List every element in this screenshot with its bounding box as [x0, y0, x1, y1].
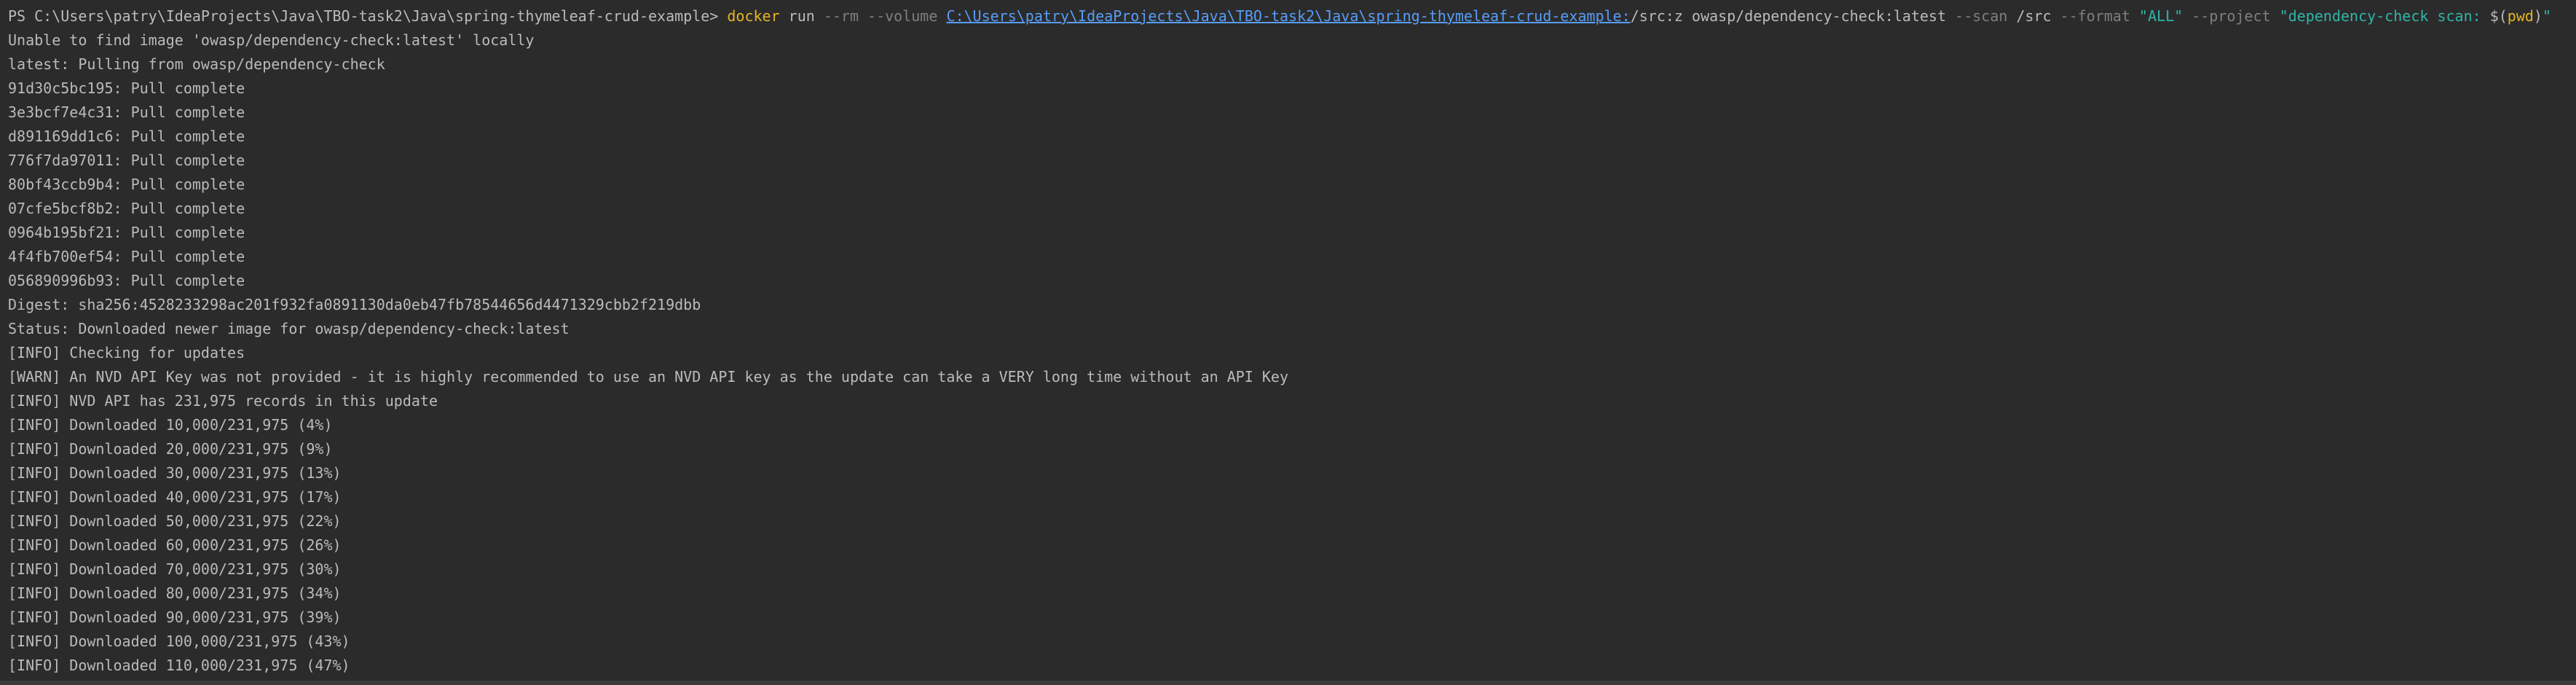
format-value: "ALL"	[2130, 7, 2192, 25]
output-line: [INFO] Downloaded 20,000/231,975 (9%)	[8, 440, 333, 458]
output-line: d891169dd1c6: Pull complete	[8, 128, 245, 145]
project-value-start: "dependency-check scan:	[2270, 7, 2490, 25]
scan-flag: --scan	[1955, 7, 2008, 25]
output-line: [INFO] Downloaded 90,000/231,975 (39%)	[8, 608, 342, 626]
output-line: 80bf43ccb9b4: Pull complete	[8, 176, 245, 193]
shell-prompt: PS C:\Users\patry\IdeaProjects\Java\TBO-…	[8, 7, 728, 25]
project-flag: --project	[2191, 7, 2271, 25]
output-line: [INFO] Downloaded 80,000/231,975 (34%)	[8, 584, 342, 602]
format-flag: --format	[2060, 7, 2130, 25]
volume-path-link[interactable]: C:\Users\patry\IdeaProjects\Java\TBO-tas…	[946, 7, 1630, 25]
output-line: 776f7da97011: Pull complete	[8, 152, 245, 169]
output-line: Unable to find image 'owasp/dependency-c…	[8, 31, 535, 49]
project-value-end: "	[2542, 7, 2552, 25]
output-line: [INFO] Downloaded 60,000/231,975 (26%)	[8, 536, 342, 554]
output-line: [INFO] Downloaded 110,000/231,975 (47%)	[8, 657, 350, 674]
output-line: Digest: sha256:4528233298ac201f932fa0891…	[8, 296, 701, 313]
output-line: [INFO] Downloaded 100,000/231,975 (43%)	[8, 633, 350, 650]
volume-target: /src:z owasp/dependency-check:latest	[1630, 7, 1955, 25]
output-line: 4f4fb700ef54: Pull complete	[8, 248, 245, 265]
output-line: 91d30c5bc195: Pull complete	[8, 79, 245, 97]
output-line: 056890996b93: Pull complete	[8, 272, 245, 289]
output-line: [INFO] Downloaded 10,000/231,975 (4%)	[8, 416, 333, 434]
output-line: latest: Pulling from owasp/dependency-ch…	[8, 55, 385, 73]
output-line: [INFO] Checking for updates	[8, 344, 245, 361]
run-subcommand: run	[779, 7, 824, 25]
output-line: 07cfe5bcf8b2: Pull complete	[8, 200, 245, 217]
output-line: [INFO] NVD API has 231,975 records in th…	[8, 392, 438, 410]
scan-value: /src	[2007, 7, 2060, 25]
horizontal-scrollbar[interactable]	[0, 681, 2576, 685]
output-line: [INFO] Downloaded 40,000/231,975 (17%)	[8, 488, 342, 506]
output-line: [INFO] Downloaded 30,000/231,975 (13%)	[8, 464, 342, 482]
rm-flag: --rm	[823, 7, 859, 25]
output-line: [INFO] Downloaded 50,000/231,975 (22%)	[8, 512, 342, 530]
output-line: [WARN] An NVD API Key was not provided -…	[8, 368, 1288, 385]
subexpr-close: )	[2533, 7, 2542, 25]
output-line: [INFO] Downloaded 70,000/231,975 (30%)	[8, 560, 342, 578]
output-line: 0964b195bf21: Pull complete	[8, 224, 245, 241]
volume-flag: --volume	[859, 7, 947, 25]
command-line: PS C:\Users\patry\IdeaProjects\Java\TBO-…	[8, 4, 2576, 28]
terminal-window[interactable]: PS C:\Users\patry\IdeaProjects\Java\TBO-…	[0, 0, 2576, 685]
output-line: 3e3bcf7e4c31: Pull complete	[8, 103, 245, 121]
subexpr-open: $(	[2489, 7, 2508, 25]
output-line: Status: Downloaded newer image for owasp…	[8, 320, 570, 337]
docker-command: docker	[727, 7, 780, 25]
pwd-command: pwd	[2507, 7, 2534, 25]
